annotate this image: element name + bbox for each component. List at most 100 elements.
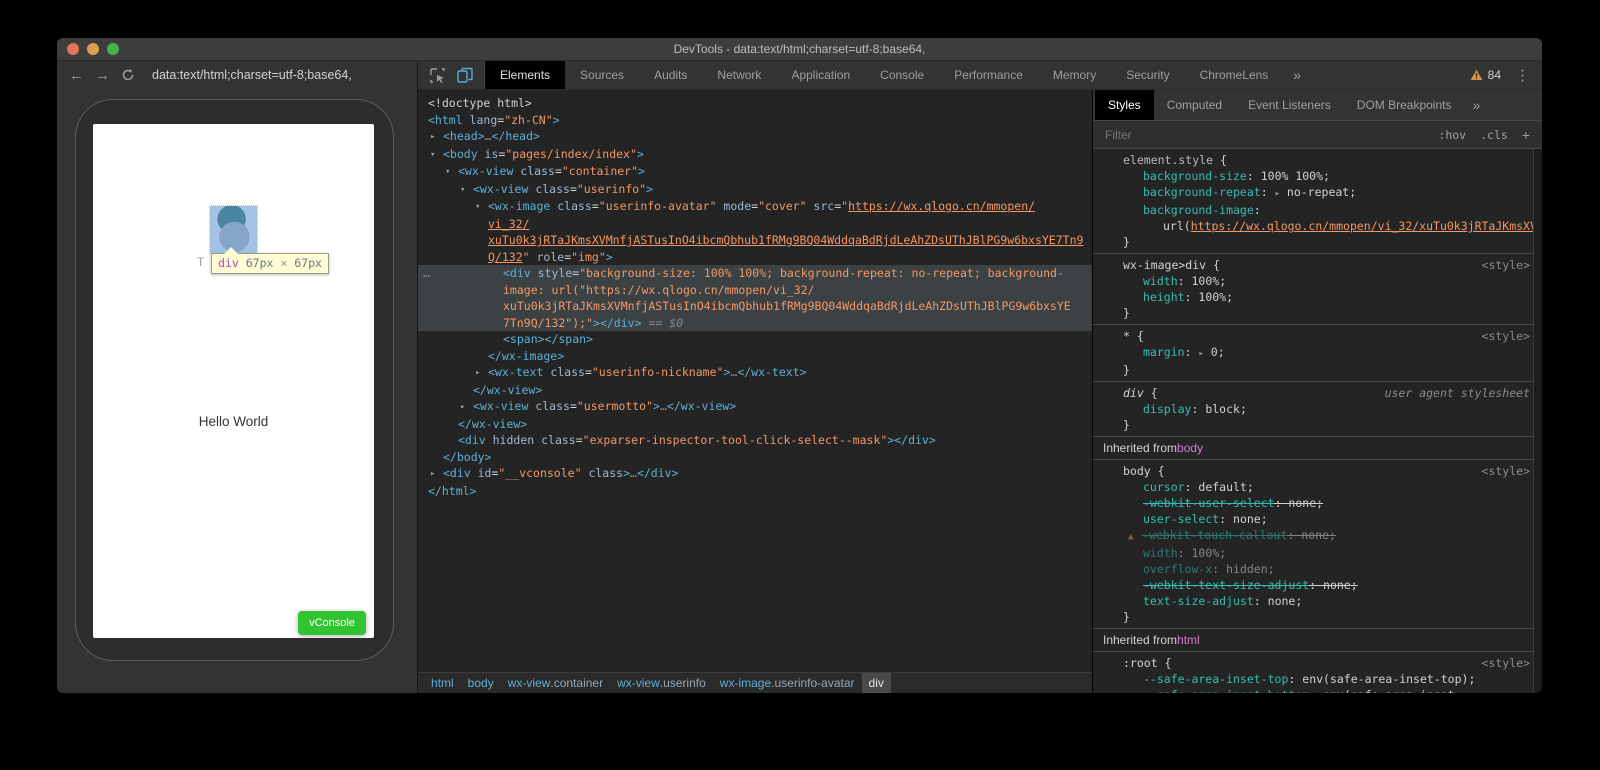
tab-memory[interactable]: Memory [1038,61,1111,89]
tab-sources[interactable]: Sources [565,61,639,89]
tab-network[interactable]: Network [702,61,776,89]
sidebar-tab-dom-breakpoints[interactable]: DOM Breakpoints [1344,90,1465,120]
userinfo-avatar-image[interactable] [210,206,257,253]
vconsole-button[interactable]: vConsole [298,611,366,635]
css-property-line[interactable]: height: 100%; [1093,289,1542,305]
sidebar-tab-styles[interactable]: Styles [1095,90,1154,120]
warnings-badge[interactable]: 84 [1470,68,1501,82]
dom-tree-line[interactable]: <html lang="zh-CN"> [418,112,1092,129]
kebab-menu-icon[interactable]: ⋮ [1515,66,1530,84]
dom-tree-line[interactable]: </body> [418,449,1092,466]
breadcrumb-item-html[interactable]: html [424,673,461,693]
css-property-line[interactable]: display: block; [1093,401,1542,417]
css-property-line[interactable]: width: 100%; [1093,273,1542,289]
phone-screen: T div 67px × 67px Hello World vConsole [93,124,374,638]
styles-scrollbar[interactable] [1533,149,1542,693]
devtools-window: DevTools - data:text/html;charset=utf-8;… [57,38,1542,693]
css-property-line[interactable]: ▲-webkit-touch-callout: none; [1093,527,1542,545]
tab-security[interactable]: Security [1111,61,1184,89]
dom-tree-line[interactable]: ▾<wx-image class="userinfo-avatar" mode=… [418,198,1092,216]
rule-selector[interactable]: wx-image>div {<style> [1093,257,1542,273]
css-property-line[interactable]: overflow-x: hidden; [1093,561,1542,577]
tab-performance[interactable]: Performance [939,61,1038,89]
css-property-line[interactable]: -webkit-user-select: none; [1093,495,1542,511]
tab-audits[interactable]: Audits [639,61,702,89]
close-window-button[interactable] [67,43,79,55]
css-property-line[interactable]: margin: ▸ 0; [1093,344,1542,362]
rule-selector[interactable]: :root {<style> [1093,655,1542,671]
dom-tree-line[interactable]: xuTu0k3jRTaJKmsXVMnfjASTusInO4ibcmQbhub1… [418,298,1092,315]
forward-icon[interactable]: → [95,68,110,83]
dom-tree-line[interactable]: vi_32/ [418,216,1092,233]
url-field[interactable]: data:text/html;charset=utf-8;base64, [152,68,352,82]
rule-selector[interactable]: div {user agent stylesheet [1093,385,1542,401]
dom-tree-line[interactable]: ▾<wx-view class="container"> [418,163,1092,181]
inspect-element-icon[interactable] [426,65,448,85]
dom-tree-line[interactable]: ▸<wx-view class="usermotto">…</wx-view> [418,398,1092,416]
device-toolbar-icon[interactable] [454,65,476,85]
dom-tree-line[interactable]: ▾<body is="pages/index/index"> [418,146,1092,164]
new-style-rule-button[interactable]: + [1522,127,1530,143]
css-property-line[interactable]: url(https://wx.qlogo.cn/mmopen/vi_32/xuT… [1093,218,1542,234]
css-property-line[interactable]: --safe-area-inset-bottom: env(safe-area-… [1093,687,1542,693]
rule-selector[interactable]: element.style { [1093,152,1542,168]
css-property-line[interactable]: } [1093,417,1542,433]
css-property-line[interactable]: user-select: none; [1093,511,1542,527]
dom-tree-line[interactable]: </wx-view> [418,416,1092,433]
dom-tree-line[interactable]: </wx-view> [418,382,1092,399]
toggle-class-button[interactable]: .cls [1480,128,1508,142]
dom-tree-line[interactable]: </html> [418,483,1092,500]
rule-selector[interactable]: body {<style> [1093,463,1542,479]
dom-tree-line[interactable]: ▾<wx-view class="userinfo"> [418,181,1092,199]
css-property-line[interactable]: --safe-area-inset-top: env(safe-area-ins… [1093,671,1542,687]
devtools-toolbar: ElementsSourcesAuditsNetworkApplicationC… [418,61,1542,90]
css-property-line[interactable]: -webkit-text-size-adjust: none; [1093,577,1542,593]
dom-tree-line[interactable]: <div hidden class="exparser-inspector-to… [418,432,1092,449]
dom-tree-line[interactable]: <span></span> [418,331,1092,348]
css-property-line[interactable]: background-size: 100% 100%; [1093,168,1542,184]
dom-tree-line[interactable]: xuTu0k3jRTaJKmsXVMnfjASTusInO4ibcmQbhub1… [418,232,1092,249]
inherited-node-link[interactable]: html [1177,633,1200,647]
css-property-line[interactable]: background-repeat: ▸ no-repeat; [1093,184,1542,202]
dom-tree-line[interactable]: …<div style="background-size: 100% 100%;… [418,265,1092,282]
css-property-line[interactable]: text-size-adjust: none; [1093,593,1542,609]
dom-tree-line[interactable]: Q/132" role="img"> [418,249,1092,266]
css-property-line[interactable]: cursor: default; [1093,479,1542,495]
tab-application[interactable]: Application [776,61,865,89]
dom-tree-line[interactable]: image: url("https://wx.qlogo.cn/mmopen/v… [418,282,1092,299]
dom-tree-line[interactable]: 7Tn9Q/132");"></div> == $0 [418,315,1092,332]
breadcrumb-item-wx-image.userinfo-avatar[interactable]: wx-image.userinfo-avatar [713,673,862,693]
more-tabs-button[interactable]: » [1283,61,1311,89]
sidebar-more-tabs-button[interactable]: » [1464,90,1488,120]
breadcrumb-item-wx-view.container[interactable]: wx-view.container [501,673,610,693]
breadcrumb-item-div[interactable]: div [862,673,891,693]
tab-chromelens[interactable]: ChromeLens [1185,61,1284,89]
inherited-node-link[interactable]: body [1177,441,1203,455]
styles-filter-input[interactable]: Filter [1105,128,1132,142]
tab-console[interactable]: Console [865,61,939,89]
tab-elements[interactable]: Elements [485,61,565,89]
window-titlebar[interactable]: DevTools - data:text/html;charset=utf-8;… [57,38,1542,61]
css-property-line[interactable]: background-image: [1093,202,1542,218]
reload-icon[interactable] [121,68,135,82]
css-property-line[interactable]: } [1093,609,1542,625]
css-property-line[interactable]: } [1093,362,1542,378]
minimize-window-button[interactable] [87,43,99,55]
dom-tree-line[interactable]: <!doctype html> [418,95,1092,112]
zoom-window-button[interactable] [107,43,119,55]
dom-tree-line[interactable]: </wx-image> [418,348,1092,365]
css-property-line[interactable]: } [1093,305,1542,321]
dom-tree-line[interactable]: ▸<div id="__vconsole" class>…</div> [418,465,1092,483]
breadcrumb-item-wx-view.userinfo[interactable]: wx-view.userinfo [610,673,713,693]
dom-tree-line[interactable]: ▸<wx-text class="userinfo-nickname">…</w… [418,364,1092,382]
sidebar-tab-computed[interactable]: Computed [1154,90,1235,120]
rule-selector[interactable]: * {<style> [1093,328,1542,344]
toggle-hover-state-button[interactable]: :hov [1438,128,1466,142]
styles-sidebar-tabs: StylesComputedEvent ListenersDOM Breakpo… [1093,90,1542,121]
css-property-line[interactable]: } [1093,234,1542,250]
back-icon[interactable]: ← [69,68,84,83]
breadcrumb-item-body[interactable]: body [461,673,501,693]
sidebar-tab-event-listeners[interactable]: Event Listeners [1235,90,1344,120]
dom-tree-line[interactable]: ▸<head>…</head> [418,128,1092,146]
css-property-line[interactable]: width: 100%; [1093,545,1542,561]
